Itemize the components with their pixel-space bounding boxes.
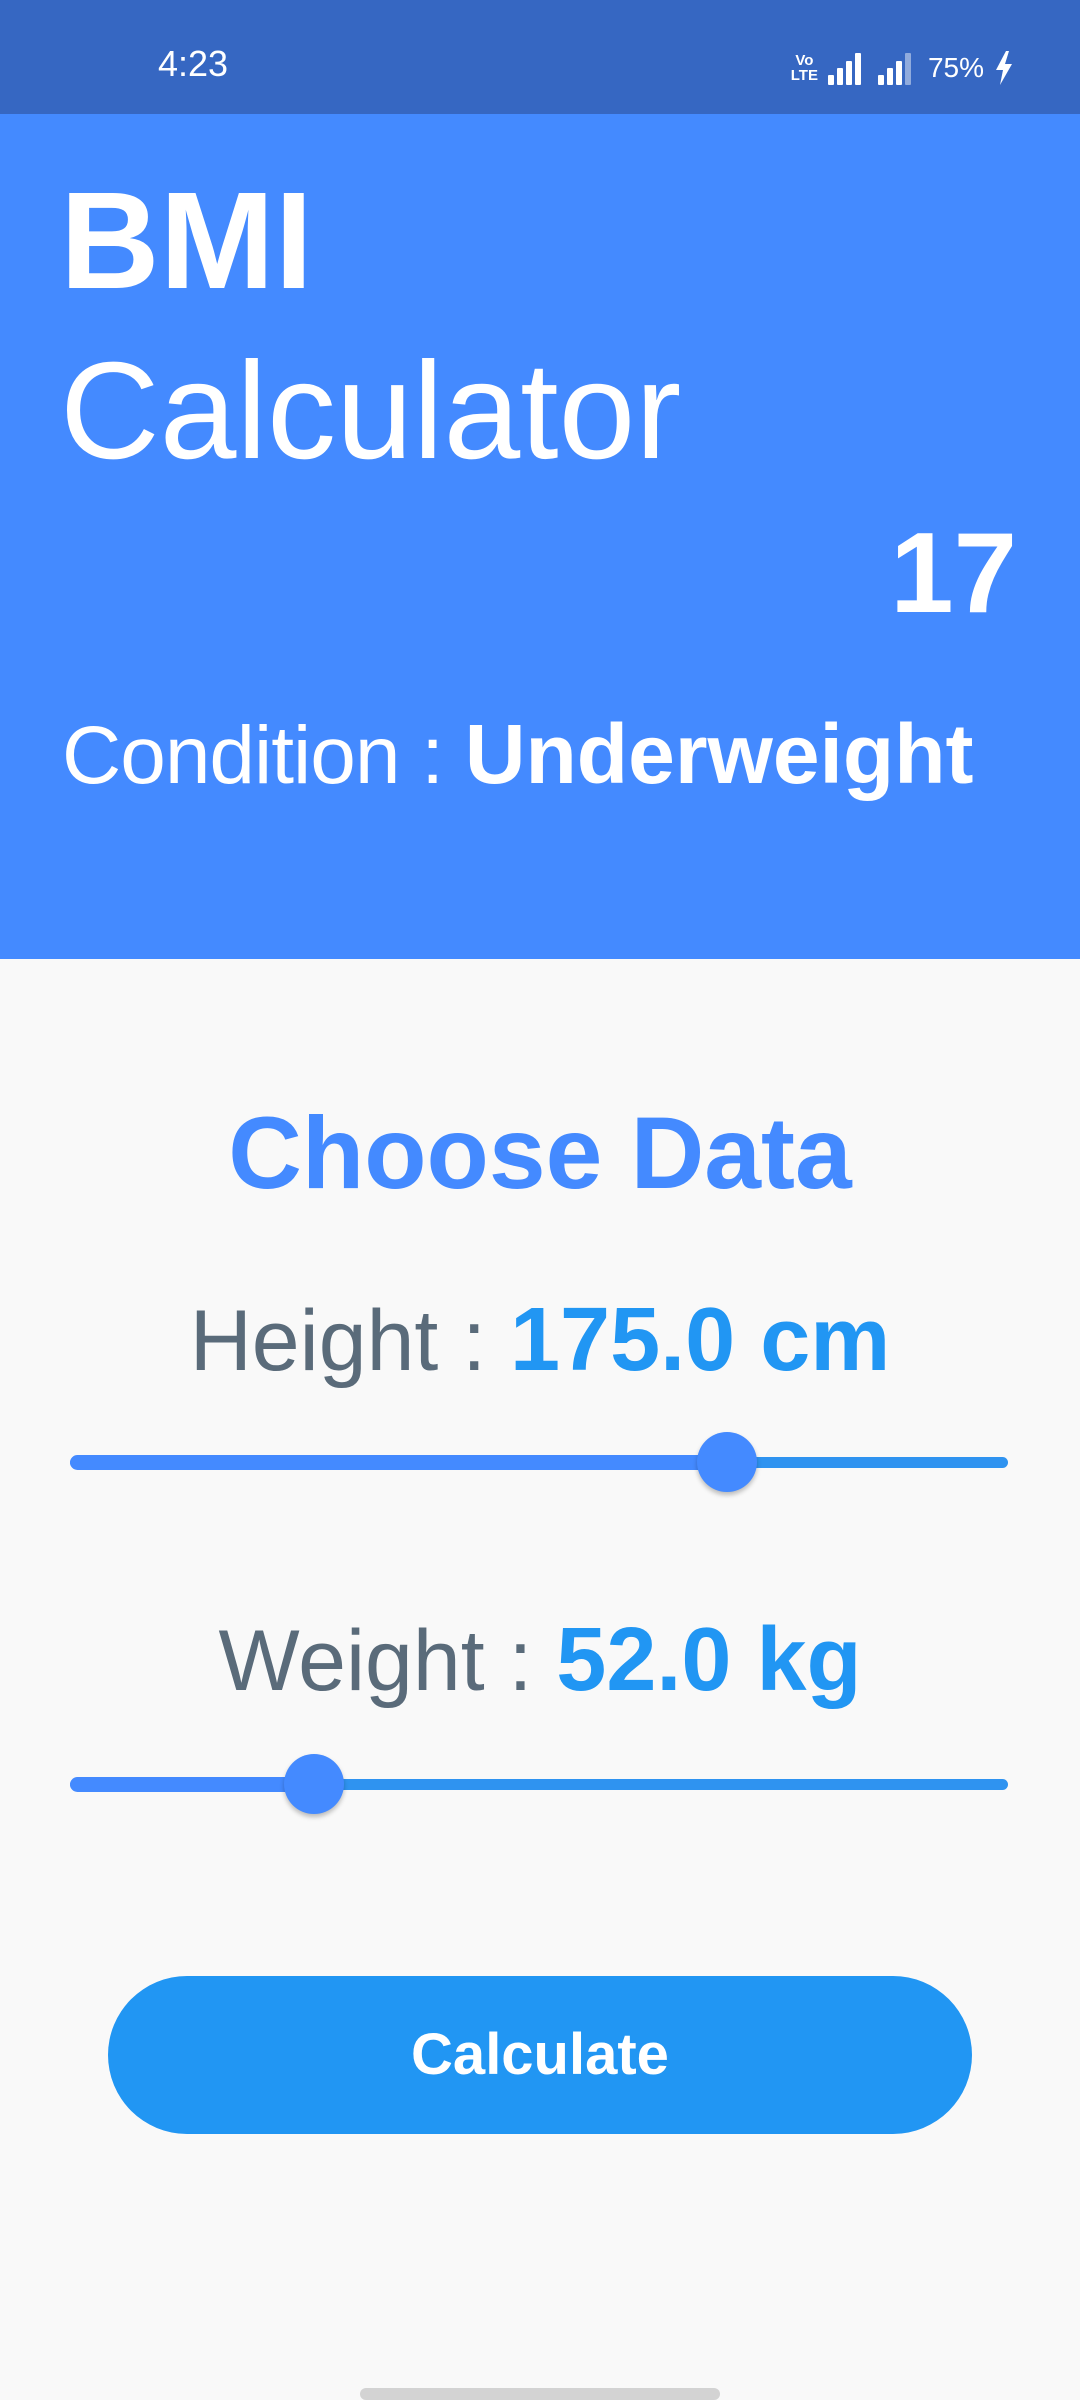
- charging-icon: [996, 51, 1012, 85]
- weight-display: Weight : 52.0 kg: [0, 1610, 1080, 1711]
- signal-icon: [827, 51, 868, 85]
- gesture-navigation-bar[interactable]: [360, 2388, 720, 2400]
- condition-row: Condition : Underweight: [62, 704, 974, 806]
- weight-slider[interactable]: [70, 1754, 1008, 1814]
- calculate-button[interactable]: Calculate: [108, 1976, 972, 2134]
- volte-bottom-text: LTE: [790, 67, 818, 84]
- status-icons: Vo LTE 75%: [791, 48, 1014, 88]
- volte-top-text: Vo: [795, 52, 814, 69]
- height-value: 175.0 cm: [509, 1290, 891, 1390]
- app-title-bmi: BMI: [60, 164, 313, 318]
- status-bar: 4:23 Vo LTE 75%: [0, 0, 1080, 114]
- section-title: Choose Data: [228, 1096, 852, 1210]
- condition-value: Underweight: [464, 707, 974, 801]
- weight-slider-fill: [70, 1777, 314, 1792]
- bmi-result-value: 17: [890, 510, 1017, 637]
- weight-label: Weight :: [218, 1613, 557, 1709]
- height-slider-thumb[interactable]: [697, 1432, 757, 1492]
- weight-slider-thumb[interactable]: [284, 1754, 344, 1814]
- weight-value: 52.0 kg: [556, 1610, 862, 1710]
- height-slider[interactable]: [70, 1432, 1008, 1492]
- height-label: Height :: [189, 1293, 510, 1389]
- volte-icon: Vo LTE: [791, 53, 818, 83]
- status-time: 4:23: [158, 43, 229, 84]
- battery-level: 75%: [927, 52, 984, 83]
- signal-icon: [877, 51, 918, 85]
- condition-label: Condition :: [62, 710, 465, 801]
- result-header: BMI Calculator 17 Condition : Underweigh…: [0, 114, 1080, 959]
- app-title-calculator: Calculator: [60, 334, 682, 488]
- height-display: Height : 175.0 cm: [0, 1290, 1080, 1391]
- height-slider-fill: [70, 1455, 727, 1470]
